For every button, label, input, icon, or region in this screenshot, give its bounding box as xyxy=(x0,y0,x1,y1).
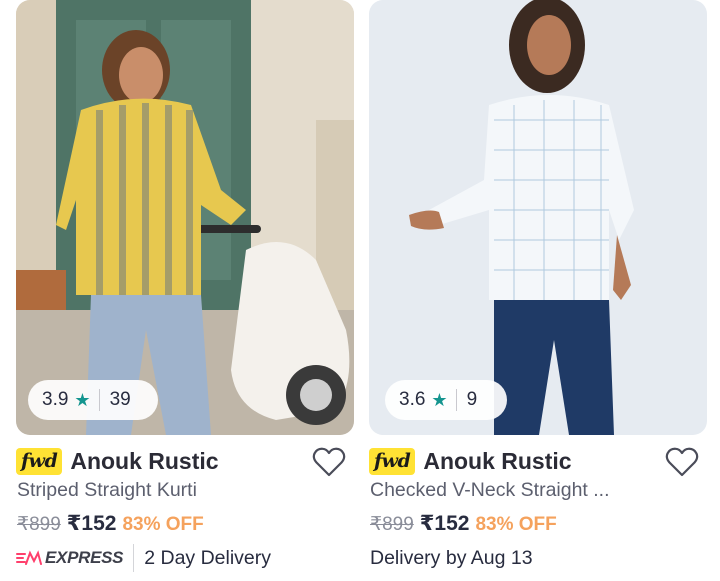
delivery-row: EXPRESS 2 Day Delivery xyxy=(16,544,271,572)
rating-divider xyxy=(98,389,100,411)
price-row: ₹899 ₹152 83% OFF xyxy=(370,511,557,536)
heart-icon[interactable] xyxy=(312,446,346,478)
product-title: Striped Straight Kurti xyxy=(17,479,197,501)
discount: 83% OFF xyxy=(122,514,204,535)
brand-name: Anouk Rustic xyxy=(70,447,219,474)
brand-name: Anouk Rustic xyxy=(423,447,572,474)
heart-icon[interactable] xyxy=(665,446,699,478)
product-photo-striped-kurti xyxy=(16,0,354,435)
delivery-row: Delivery by Aug 13 xyxy=(369,544,533,572)
brand-row: fwd Anouk Rustic xyxy=(369,446,572,476)
rating-badge: 3.6 ★ 9 xyxy=(385,380,507,420)
star-icon: ★ xyxy=(74,389,91,410)
mrp: ₹899 xyxy=(17,514,61,535)
delivery-text: 2 Day Delivery xyxy=(144,546,272,569)
rating-value: 3.6 xyxy=(399,389,426,410)
rating-value: 3.9 xyxy=(42,389,69,410)
selling-price: ₹152 xyxy=(66,512,117,535)
star-icon: ★ xyxy=(431,389,448,410)
express-icon xyxy=(16,550,42,565)
express-badge: EXPRESS xyxy=(16,548,124,568)
rating-badge: 3.9 ★ 39 xyxy=(28,380,158,420)
selling-price: ₹152 xyxy=(419,512,470,535)
rating-divider xyxy=(455,389,457,411)
fwd-badge: fwd xyxy=(369,447,416,475)
product-photo-checked-top xyxy=(369,0,707,435)
product-card-2[interactable]: 3.6 ★ 9 fwd Anouk Rustic Checked V-Neck … xyxy=(369,0,707,581)
brand-row: fwd Anouk Rustic xyxy=(16,446,219,476)
product-title: Checked V-Neck Straight ... xyxy=(370,479,610,501)
delivery-divider xyxy=(133,544,135,572)
product-image[interactable] xyxy=(369,0,707,435)
product-card-1[interactable]: 3.9 ★ 39 fwd Anouk Rustic Striped Straig… xyxy=(16,0,354,581)
rating-count: 9 xyxy=(466,389,478,410)
product-image[interactable] xyxy=(16,0,354,435)
price-row: ₹899 ₹152 83% OFF xyxy=(17,511,204,536)
delivery-text: Delivery by Aug 13 xyxy=(370,546,533,569)
fwd-badge: fwd xyxy=(16,447,63,475)
rating-count: 39 xyxy=(109,389,131,410)
express-label: EXPRESS xyxy=(45,548,124,567)
mrp: ₹899 xyxy=(370,514,414,535)
discount: 83% OFF xyxy=(475,514,557,535)
